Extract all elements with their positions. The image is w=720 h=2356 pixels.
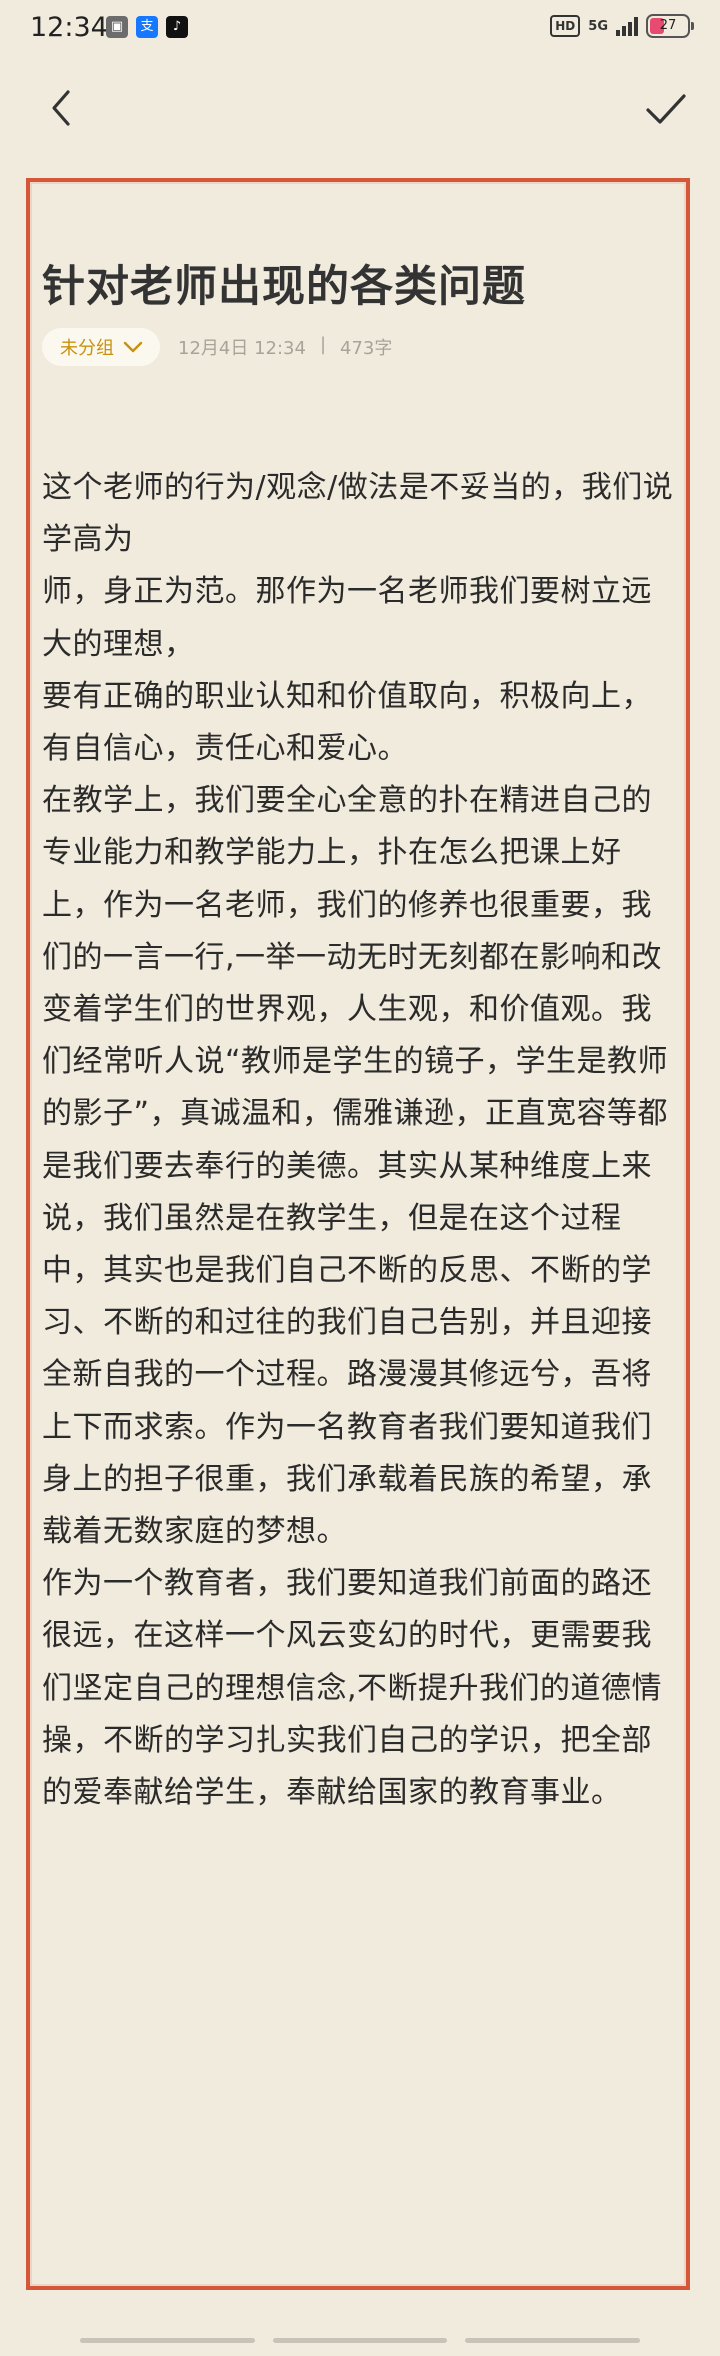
tiktok-icon: ♪ (166, 16, 188, 38)
hd-badge: HD (550, 15, 581, 37)
home-indicator[interactable] (80, 2338, 641, 2343)
note-paragraph: 作为一个教育者，我们要知道我们前面的路还很远，在这样一个风云变幻的时代，更需要我… (42, 1566, 663, 1811)
meta-separator: | (319, 334, 327, 355)
battery-icon: 27 (646, 14, 694, 38)
category-selector[interactable]: 未分组 (42, 328, 160, 366)
chevron-down-icon (123, 341, 143, 353)
battery-level: 27 (659, 18, 677, 33)
note-info: 12月4日 12:34 | 473字 (178, 334, 392, 360)
status-time: 12:34 (30, 12, 108, 43)
status-bar: 12:34 ▣ 支 ♪ HD 5G 27 (0, 0, 720, 56)
word-count: 473字 (340, 338, 393, 359)
back-button[interactable] (36, 80, 92, 136)
checkmark-icon (646, 94, 686, 124)
note-paragraph: 这个老师的行为/观念/做法是不妥当的，我们说学高为 (42, 470, 674, 558)
chevron-left-icon (52, 90, 70, 126)
note-date: 12月4日 12:34 (178, 338, 306, 359)
note-meta: 未分组 12月4日 12:34 | 473字 (42, 328, 392, 366)
note-title[interactable]: 针对老师出现的各类问题 (42, 252, 662, 314)
status-indicators: HD 5G 27 (550, 14, 694, 38)
top-nav (0, 68, 720, 148)
alipay-icon: 支 (136, 16, 158, 38)
category-label: 未分组 (60, 338, 114, 359)
notification-icons: ▣ 支 ♪ (106, 16, 188, 38)
signal-icon (616, 16, 638, 36)
confirm-button[interactable] (638, 80, 694, 136)
note-paragraph: 师，身正为范。那作为一名老师我们要树立远大的理想， (42, 574, 652, 662)
note-body[interactable]: 这个老师的行为/观念/做法是不妥当的，我们说学高为 师，身正为范。那作为一名老师… (42, 462, 682, 1819)
network-label: 5G (588, 18, 608, 34)
gallery-icon: ▣ (106, 16, 128, 38)
note-paragraph: 要有正确的职业认知和价值取向，积极向上，有自信心，责任心和爱心。 (42, 678, 652, 767)
note-paragraph: 在教学上，我们要全心全意的扑在精进自己的专业能力和教学能力上，扑在怎么把课上好上… (42, 783, 669, 1550)
